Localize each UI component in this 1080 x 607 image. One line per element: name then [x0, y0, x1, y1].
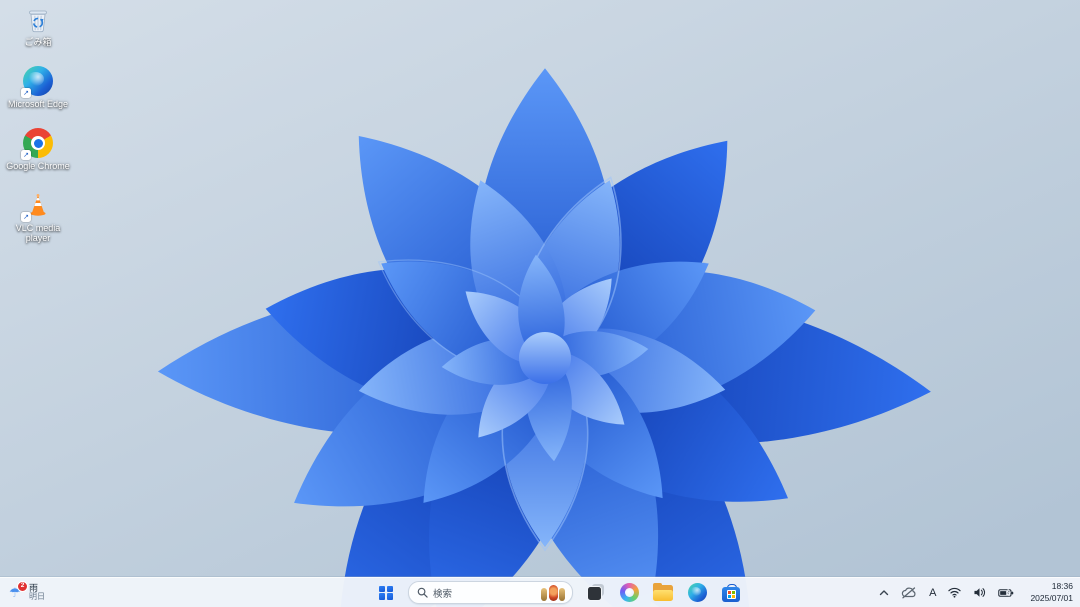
- hidden-icons-button[interactable]: [877, 587, 891, 598]
- weather-text: 雨 明日: [29, 583, 45, 602]
- desktop-wallpaper: [0, 0, 1080, 607]
- clock-date-button[interactable]: 18:36 2025/07/01: [1026, 580, 1077, 604]
- task-view-button[interactable]: [583, 581, 607, 605]
- battery-charging-icon: [998, 587, 1014, 597]
- volume-button[interactable]: [971, 585, 988, 600]
- taskbar-center: 検索: [374, 578, 743, 607]
- weather-day: 明日: [29, 592, 45, 602]
- microsoft-store-button[interactable]: [719, 581, 743, 605]
- search-icon: [417, 587, 428, 598]
- copilot-button[interactable]: [617, 581, 641, 605]
- ime-mode-letter: A: [929, 586, 937, 599]
- folder-icon: [653, 583, 673, 601]
- notification-badge: 2: [17, 580, 28, 592]
- battery-button[interactable]: [996, 586, 1016, 600]
- chrome-icon: ↗: [21, 128, 53, 160]
- edge-icon: ↗: [21, 66, 53, 98]
- desktop-icon-label: Microsoft Edge: [7, 99, 69, 109]
- shortcut-arrow-icon: ↗: [21, 212, 31, 222]
- edge-taskbar-button[interactable]: [685, 581, 709, 605]
- chevron-up-icon: [879, 590, 889, 596]
- search-placeholder: 検索: [433, 588, 453, 600]
- clock-date: 2025/07/01: [1030, 592, 1073, 603]
- copilot-icon: [619, 583, 639, 602]
- shortcut-arrow-icon: ↗: [21, 150, 31, 160]
- clock-time: 18:36: [1051, 581, 1073, 592]
- start-button[interactable]: [374, 581, 398, 605]
- desktop-icon-label: Google Chrome: [6, 161, 70, 171]
- recycle-bin-icon: [23, 4, 53, 34]
- windows-logo-icon: [379, 585, 393, 600]
- search-input[interactable]: 検索: [408, 581, 573, 604]
- desktop-icon-vlc[interactable]: ↗ VLC media player: [5, 190, 71, 244]
- widgets-weather-button[interactable]: ☂ 2 雨 明日: [5, 580, 49, 605]
- desktop-icon-label: ごみ箱: [24, 37, 52, 47]
- speaker-icon: [974, 588, 986, 597]
- edge-icon: [687, 583, 707, 602]
- umbrella-rain-icon: ☂ 2: [9, 580, 28, 602]
- vlc-cone-icon: ↗: [21, 190, 53, 222]
- network-button[interactable]: [946, 585, 963, 600]
- bloom-graphic: [0, 0, 1080, 607]
- desktop-icon-list: ごみ箱 ↗ Microsoft Edge ↗ Google Chrome ↗ V…: [5, 4, 71, 244]
- desktop-icon-recycle-bin[interactable]: ごみ箱: [5, 4, 71, 56]
- system-tray: A 18:36 2025/07/01: [877, 578, 1077, 607]
- onedrive-paused-icon: [901, 586, 916, 598]
- search-highlight-image: [541, 584, 567, 601]
- desktop-icon-label: VLC media player: [15, 223, 61, 244]
- desktop-icon-microsoft-edge[interactable]: ↗ Microsoft Edge: [5, 66, 71, 118]
- taskbar: ☂ 2 雨 明日 検索 A 18:36 2025/07/01: [0, 577, 1080, 607]
- task-view-icon: [586, 583, 605, 602]
- shortcut-arrow-icon: ↗: [21, 88, 31, 98]
- desktop-icon-google-chrome[interactable]: ↗ Google Chrome: [5, 128, 71, 180]
- onedrive-button[interactable]: [899, 585, 919, 601]
- wifi-icon: [948, 587, 962, 598]
- ime-mode-button[interactable]: A: [927, 585, 938, 601]
- file-explorer-button[interactable]: [651, 581, 675, 605]
- store-icon: [722, 583, 740, 602]
